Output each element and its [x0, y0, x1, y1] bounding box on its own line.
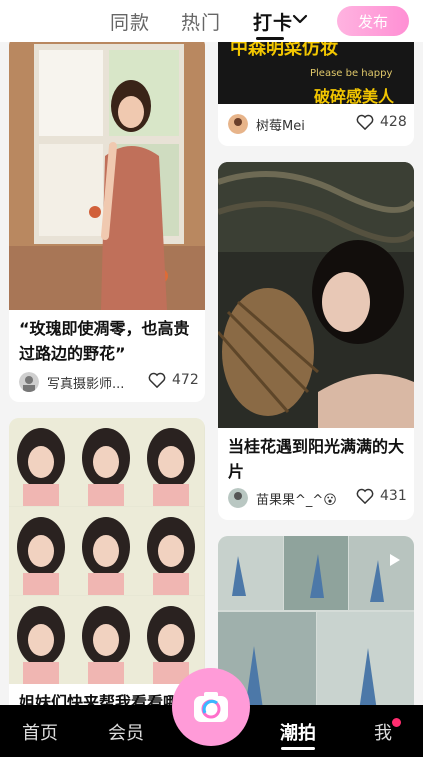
avatar: [228, 114, 248, 134]
author-name: 树莓Mei: [256, 118, 305, 134]
camera-shoot-button[interactable]: [172, 668, 250, 746]
nav-trend-shoot[interactable]: 潮拍: [280, 719, 316, 745]
post-photo[interactable]: [9, 418, 205, 684]
avatar: [228, 488, 248, 508]
like-count[interactable]: 472: [148, 372, 199, 388]
active-tab-indicator: [256, 37, 284, 40]
post-photo[interactable]: [9, 36, 205, 310]
author-name: 苗果果^_^😮: [256, 492, 337, 508]
tab-hot[interactable]: 热门: [181, 8, 221, 35]
nav-me[interactable]: 我: [374, 719, 392, 745]
nav-member[interactable]: 会员: [108, 719, 144, 745]
like-count-value: 431: [380, 488, 407, 504]
like-count[interactable]: 428: [356, 114, 407, 130]
tab-checkin[interactable]: 打卡: [253, 8, 293, 35]
post-title: “玫瑰即使凋零，也高贵过路边的野花”: [19, 319, 190, 363]
post-card[interactable]: “玫瑰即使凋零，也高贵过路边的野花” 写真摄影师... 472: [9, 36, 205, 402]
publish-button[interactable]: 发布: [337, 6, 409, 36]
app-screen: 同款 热门 打卡 发布 “玫瑰即使凋零，也高贵过路边的野花” 写真摄影师... …: [0, 0, 423, 757]
chevron-down-icon[interactable]: [292, 13, 308, 25]
camera-icon[interactable]: [192, 690, 230, 724]
post-author[interactable]: 苗果果^_^😮: [228, 488, 337, 508]
heart-icon[interactable]: [356, 114, 374, 130]
author-name: 写真摄影师...: [47, 376, 125, 392]
heart-icon[interactable]: [148, 372, 166, 388]
heart-icon[interactable]: [356, 488, 374, 504]
active-nav-indicator: [281, 747, 315, 750]
avatar: [19, 372, 39, 392]
top-tab-bar: 同款 热门 打卡 发布: [0, 0, 423, 42]
nav-home[interactable]: 首页: [22, 719, 58, 745]
tab-same-style[interactable]: 同款: [110, 8, 150, 35]
like-count-value: 472: [172, 372, 199, 388]
post-title: 当桂花遇到阳光满满的大片: [228, 437, 405, 481]
post-photo[interactable]: [218, 162, 414, 428]
post-card[interactable]: 当桂花遇到阳光满满的大片 苗果果^_^😮 431: [218, 162, 414, 520]
post-author[interactable]: 写真摄影师...: [19, 372, 124, 392]
post-card[interactable]: 姐妹们快来帮我看看哪: [9, 418, 205, 718]
banner-text-bottom: 破碎感美人: [314, 87, 395, 104]
banner-text-mid: Please be happy: [310, 68, 392, 79]
like-count-value: 428: [380, 114, 407, 130]
notification-dot: [392, 718, 401, 727]
like-count[interactable]: 431: [356, 488, 407, 504]
post-author[interactable]: 树莓Mei: [228, 114, 305, 134]
